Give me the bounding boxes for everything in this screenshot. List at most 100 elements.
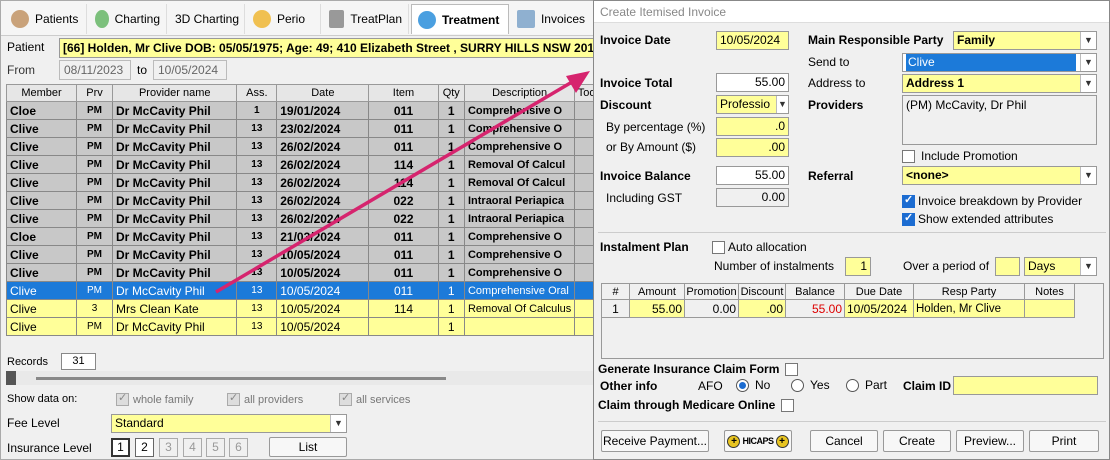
cell-qty: 1 — [437, 227, 465, 246]
insurance-level-3[interactable]: 3 — [159, 438, 178, 457]
period-unit-select[interactable]: Days ▼ — [1024, 257, 1097, 276]
send-to-select[interactable]: Clive ▼ — [902, 53, 1097, 72]
table-row[interactable]: Clive PM Dr McCavity Phil 13 26/02/2024 022 1 I… — [6, 209, 599, 228]
checkbox-icon — [781, 398, 795, 412]
by-amount-field[interactable]: .00 — [716, 138, 789, 157]
instalment-row[interactable]: 1 55.00 0.00 .00 55.00 10/05/2024 Holden… — [601, 299, 1075, 318]
cancel-button[interactable]: Cancel — [810, 430, 878, 452]
col-prv[interactable]: Prv — [75, 84, 114, 102]
receive-payment-button[interactable]: Receive Payment... — [601, 430, 709, 452]
extended-attributes-checkbox[interactable]: Show extended attributes — [902, 211, 1053, 226]
records-label: Records — [7, 356, 48, 368]
inst-num: 1 — [601, 299, 630, 318]
tab-treatplan[interactable]: TreatPlan — [323, 4, 409, 34]
tab-patients[interactable]: Patients — [5, 4, 87, 34]
inst-resp-party[interactable]: Holden, Mr Clive — [913, 299, 1025, 318]
col-provider-name[interactable]: Provider name — [112, 84, 238, 102]
afo-yes-radio[interactable]: Yes — [791, 378, 830, 392]
col-description[interactable]: Description — [463, 84, 576, 102]
period-field[interactable] — [995, 257, 1020, 276]
insurance-level-5[interactable]: 5 — [206, 438, 225, 457]
table-row[interactable]: Clive PM Dr McCavity Phil 13 10/05/2024 011 1 C… — [6, 263, 599, 282]
inst-col-promotion: Promotion — [684, 283, 739, 300]
main-party-select[interactable]: Family ▼ — [953, 31, 1097, 50]
to-label: to — [137, 63, 148, 77]
tab-invoices[interactable]: Invoices — [511, 4, 591, 34]
radio-icon — [791, 378, 804, 392]
col-ass[interactable]: Ass. — [236, 84, 278, 102]
print-button[interactable]: Print — [1029, 430, 1099, 452]
address-to-select[interactable]: Address 1 ▼ — [902, 74, 1097, 93]
table-row[interactable]: Cloe PM Dr McCavity Phil 13 21/03/2024 011 1 Co… — [6, 227, 599, 246]
to-date-field[interactable]: 10/05/2024 — [153, 60, 227, 80]
preview-button[interactable]: Preview... — [956, 430, 1024, 452]
auto-allocation-checkbox[interactable]: Auto allocation — [712, 240, 807, 254]
scrollbar-thumb[interactable] — [6, 371, 16, 385]
table-row[interactable]: Clive PM Dr McCavity Phil 13 26/02/2024 114 1 R… — [6, 173, 599, 192]
inst-discount[interactable]: .00 — [738, 299, 786, 318]
insurance-level-2[interactable]: 2 — [135, 438, 154, 457]
inst-amount[interactable]: 55.00 — [629, 299, 685, 318]
checkbox-icon — [902, 193, 915, 208]
insurance-level-6[interactable]: 6 — [229, 438, 248, 457]
dialog-title: Create Itemised Invoice — [594, 1, 1109, 23]
generate-claim-checkbox[interactable]: Generate Insurance Claim Form — [598, 362, 799, 376]
inst-due-date[interactable]: 10/05/2024 — [844, 299, 914, 318]
afo-part-radio[interactable]: Part — [846, 378, 887, 392]
table-row[interactable]: Clive PM Dr McCavity Phil 13 10/05/2024 011 1 C… — [6, 245, 599, 264]
col-qty[interactable]: Qty — [437, 84, 465, 102]
num-instalments-field[interactable]: 1 — [845, 257, 871, 276]
address-to-label: Address to — [808, 76, 866, 90]
table-row[interactable]: Clive 3 Mrs Clean Kate 13 10/05/2024 114 1 Remo… — [6, 299, 599, 318]
hicaps-button[interactable]: + HICAPS + — [724, 430, 792, 452]
tab-charting[interactable]: Charting — [89, 4, 167, 34]
table-row[interactable]: Clive PM Dr McCavity Phil 13 10/05/2024 011 1 C… — [6, 281, 599, 300]
invoice-breakdown-checkbox[interactable]: Invoice breakdown by Provider — [902, 193, 1082, 208]
inst-col-resp-party: Resp Party — [913, 283, 1025, 300]
cell-ass: 13 — [236, 155, 278, 174]
by-percentage-field[interactable]: .0 — [716, 117, 789, 136]
table-row[interactable]: Clive PM Dr McCavity Phil 13 26/02/2024 022 1 I… — [6, 191, 599, 210]
tooth-chart-icon — [95, 10, 109, 28]
invoice-date-field[interactable]: 10/05/2024 — [716, 31, 789, 50]
afo-no-radio[interactable]: No — [736, 378, 770, 392]
fee-level-select[interactable]: Standard ▼ — [111, 414, 347, 433]
col-date[interactable]: Date — [276, 84, 370, 102]
chevron-down-icon: ▼ — [1080, 54, 1096, 71]
table-row[interactable]: Clive PM Dr McCavity Phil 13 23/02/2024 011 1 C… — [6, 119, 599, 138]
table-row[interactable]: Clive PM Dr McCavity Phil 13 26/02/2024 114 1 R… — [6, 155, 599, 174]
tab-3d-charting[interactable]: 3D Charting — [169, 4, 245, 34]
medicare-online-checkbox[interactable]: Claim through Medicare Online — [598, 398, 795, 412]
from-date-field[interactable]: 08/11/2023 — [59, 60, 131, 80]
referral-select[interactable]: <none> ▼ — [902, 166, 1097, 185]
cell-qty: 1 — [437, 263, 465, 282]
cell-provider-name: Dr McCavity Phil — [112, 281, 238, 300]
horizontal-scrollbar[interactable] — [6, 371, 596, 385]
cell-provider-name: Dr McCavity Phil — [112, 119, 238, 138]
inst-col-num: # — [601, 283, 630, 300]
table-row[interactable]: Clive PM Dr McCavity Phil 13 10/05/2024 1 — [6, 317, 599, 336]
insurance-level-4[interactable]: 4 — [183, 438, 202, 457]
instalment-table: # Amount Promotion Discount Balance Due … — [601, 283, 1075, 360]
create-button[interactable]: Create — [883, 430, 951, 452]
tab-treatment[interactable]: Treatment — [411, 4, 509, 34]
list-button[interactable]: List — [269, 437, 347, 457]
claim-id-field[interactable] — [953, 376, 1098, 395]
divider — [598, 421, 1106, 422]
gst-field: 0.00 — [716, 188, 789, 207]
insurance-level-1[interactable]: 1 — [111, 438, 130, 457]
discount-select[interactable]: Professio ▼ — [716, 95, 789, 114]
discount-label: Discount — [600, 98, 652, 112]
inst-notes[interactable] — [1024, 299, 1075, 318]
include-promotion-checkbox[interactable]: Include Promotion — [902, 149, 1018, 163]
col-item[interactable]: Item — [368, 84, 439, 102]
cell-date: 26/02/2024 — [276, 173, 370, 192]
checkbox-icon — [339, 391, 352, 406]
cell-date: 10/05/2024 — [276, 317, 370, 336]
cell-member: Clive — [6, 137, 77, 156]
cell-member: Clive — [6, 119, 77, 138]
table-row[interactable]: Cloe PM Dr McCavity Phil 1 19/01/2024 011 1 Com… — [6, 101, 599, 120]
col-member[interactable]: Member — [6, 84, 77, 102]
table-row[interactable]: Clive PM Dr McCavity Phil 13 26/02/2024 011 1 C… — [6, 137, 599, 156]
tab-perio[interactable]: Perio — [247, 4, 321, 34]
